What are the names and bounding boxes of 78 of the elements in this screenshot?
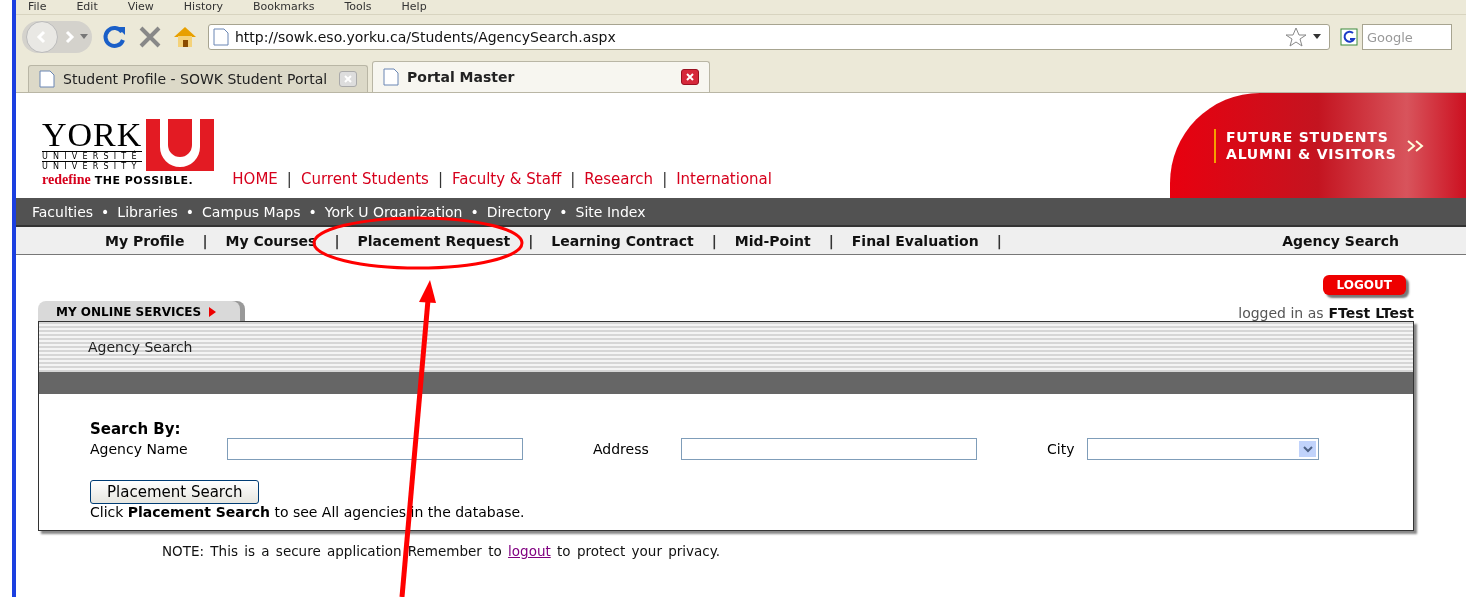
separator: | [570, 170, 576, 188]
tagline: redefine [42, 172, 91, 188]
separator: | [662, 170, 668, 188]
placement-search-button[interactable]: Placement Search [90, 480, 260, 504]
logo-subtitle: UNIVERSITY [42, 161, 143, 171]
logout-button[interactable]: LOGOUT [1322, 275, 1406, 295]
utility-link[interactable]: Faculties [32, 203, 94, 220]
separator: | [202, 232, 208, 249]
top-link[interactable]: Current Students [300, 170, 429, 188]
nav-link[interactable]: Final Evaluation [851, 232, 979, 249]
browser-tab[interactable]: Portal Master [372, 61, 710, 92]
caret-icon[interactable] [1313, 34, 1321, 40]
utility-link[interactable]: Campus Maps [202, 203, 301, 220]
banner[interactable]: FUTURE STUDENTS ALUMNI & VISITORS [1170, 93, 1466, 198]
utility-link[interactable]: Site Index [575, 203, 646, 220]
page-icon [383, 68, 399, 86]
menu-item[interactable]: Tools [344, 1, 372, 13]
tagline: THE POSSIBLE. [94, 174, 194, 187]
back-button[interactable] [26, 21, 58, 53]
menu-item[interactable]: History [183, 1, 223, 13]
separator: • [101, 203, 110, 220]
menu-item[interactable]: Bookmarks [253, 1, 315, 13]
nav-link[interactable]: Learning Contract [551, 232, 694, 249]
banner-text: ALUMNI & VISITORS [1226, 145, 1397, 163]
menu-item[interactable]: Edit [76, 1, 98, 13]
separator: | [711, 232, 717, 249]
top-link[interactable]: HOME [232, 170, 278, 188]
field-label: Address [593, 441, 650, 457]
separator: | [828, 232, 834, 249]
page-icon [213, 28, 229, 46]
nav-link[interactable]: Mid-Point [734, 232, 811, 249]
separator: | [334, 232, 340, 249]
banner-text: FUTURE STUDENTS [1226, 128, 1390, 146]
separator: • [308, 203, 317, 220]
menu-item[interactable]: View [127, 1, 154, 13]
field-label: City [1047, 441, 1076, 457]
panel-title: Agency Search [88, 339, 193, 355]
double-chevron-icon [1406, 139, 1425, 152]
triangle-icon [209, 307, 217, 317]
home-icon[interactable] [172, 25, 198, 49]
separator: | [286, 170, 292, 188]
top-link[interactable]: International [676, 170, 772, 188]
star-icon[interactable] [1285, 27, 1307, 47]
nav-link[interactable]: Agency Search [1282, 232, 1399, 249]
logo-wordmark: YORK [42, 119, 143, 151]
logo-icon [146, 119, 215, 171]
input-field[interactable] [681, 438, 977, 460]
separator: • [185, 203, 195, 220]
separator: | [437, 170, 443, 188]
utility-link[interactable]: Libraries [117, 203, 178, 220]
menu-item[interactable]: Help [401, 1, 427, 13]
privacy-note: NOTE: This is a secure application Remember to logout to protect your privacy. [161, 542, 722, 559]
reload-icon[interactable] [102, 24, 128, 50]
address-bar[interactable]: http://sowk.eso.yorku.ca/Students/AgencySearch.aspx [208, 24, 1330, 50]
browser-tab[interactable]: Student Profile - SOWK Student Portal [28, 65, 368, 92]
close-icon[interactable] [681, 69, 699, 85]
top-link[interactable]: Research [584, 170, 654, 188]
menu-item[interactable]: File [28, 1, 47, 13]
separator: • [470, 203, 479, 220]
field-label: Agency Name [90, 441, 189, 457]
separator: | [996, 232, 1002, 249]
login-status: logged in as [1238, 305, 1324, 321]
utility-link[interactable]: York U Organization [324, 203, 463, 220]
search-by-label: Search By: [90, 420, 182, 438]
logout-link[interactable]: logout [508, 543, 551, 559]
separator: | [528, 232, 534, 249]
input-field[interactable] [227, 438, 523, 460]
logo-subtitle: UNIVERSITÉ [42, 151, 143, 161]
separator: • [559, 203, 568, 220]
search-field[interactable]: Google [1362, 24, 1452, 50]
stop-icon[interactable] [138, 25, 162, 49]
top-link[interactable]: Faculty & Staff [451, 170, 562, 188]
nav-link[interactable]: My Profile [105, 232, 185, 249]
dropdown-field[interactable] [1087, 438, 1319, 460]
user-name: FTest LTest [1328, 305, 1414, 321]
utility-link[interactable]: Directory [486, 203, 552, 220]
page-icon [39, 70, 55, 88]
nav-link[interactable]: Placement Request [357, 232, 511, 249]
